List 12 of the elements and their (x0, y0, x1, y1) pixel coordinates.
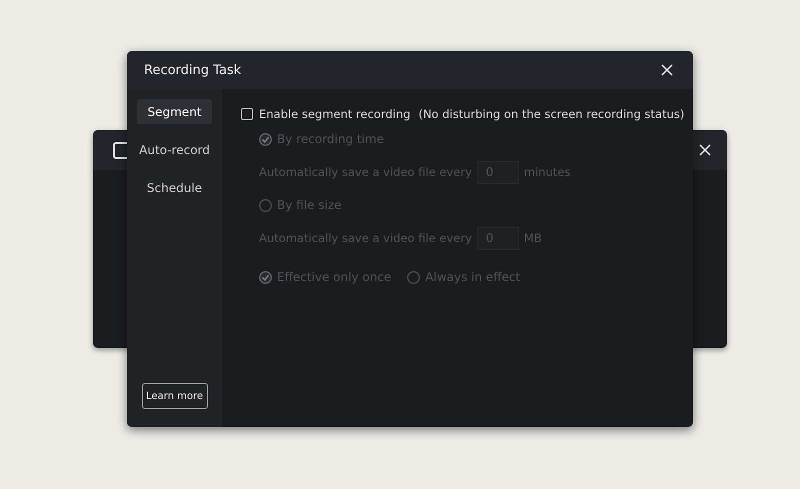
close-icon (661, 64, 673, 76)
sidebar-tab[interactable]: Segment (137, 99, 212, 124)
checkbox[interactable] (241, 108, 253, 120)
close-button[interactable] (659, 62, 675, 78)
sidebar-tab[interactable]: Schedule (137, 175, 212, 200)
checkbox-label: Enable segment recording (259, 107, 410, 121)
sidebar-tab[interactable]: Auto-record (137, 137, 212, 162)
note-text: (No disturbing on the screen recording status) (418, 107, 684, 121)
close-button[interactable] (697, 142, 713, 158)
learn-more-button[interactable]: Learn more (142, 383, 208, 409)
window-title: Recording Task (144, 62, 242, 78)
close-icon (699, 144, 711, 156)
